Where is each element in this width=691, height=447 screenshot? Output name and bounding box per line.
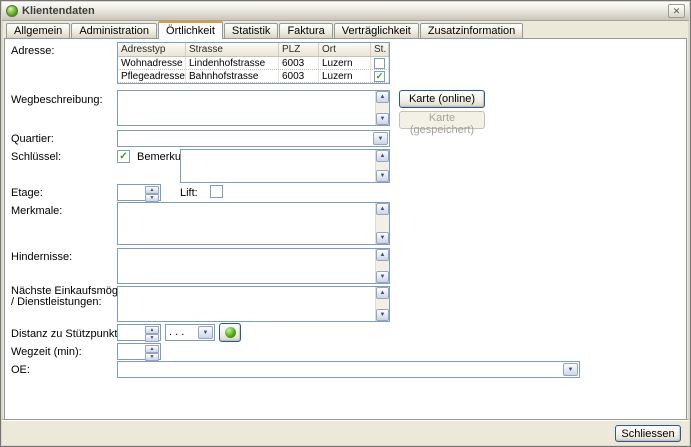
scrollbar[interactable]: ▲ ▼	[375, 287, 389, 321]
spin-up-icon[interactable]: ▲	[145, 186, 159, 194]
tab-statistik[interactable]: Statistik	[224, 23, 279, 38]
etage-label: Etage:	[11, 187, 43, 199]
app-icon	[6, 5, 18, 17]
tab-allgemein[interactable]: Allgemein	[6, 23, 70, 38]
scroll-down-icon[interactable]: ▼	[376, 170, 389, 182]
tab-zusatzinformation[interactable]: Zusatzinformation	[420, 23, 523, 38]
scrollbar[interactable]: ▲ ▼	[375, 150, 389, 182]
chevron-down-icon[interactable]: ▼	[563, 363, 578, 376]
tab-vertraeglichkeit[interactable]: Verträglichkeit	[334, 23, 419, 38]
column-header-plz[interactable]: PLZ	[279, 43, 319, 56]
textarea-content	[120, 250, 373, 282]
adresse-label: Adresse:	[11, 45, 54, 57]
table-row[interactable]: Wohnadresse Lindenhofstrasse 6003 Luzern	[118, 57, 389, 70]
globe-icon	[225, 327, 236, 338]
scroll-down-icon[interactable]: ▼	[376, 309, 389, 321]
cell-strasse: Bahnhofstrasse	[186, 70, 279, 82]
tab-oertlichkeit[interactable]: Örtlichkeit	[158, 21, 223, 39]
cell-st: ✓	[371, 70, 389, 82]
spin-down-icon[interactable]: ▼	[145, 194, 159, 202]
chevron-down-icon[interactable]: ▼	[373, 132, 388, 145]
address-table: Adresstyp Strasse PLZ Ort St. Wohnadress…	[117, 42, 390, 84]
cell-ort: Luzern	[319, 70, 371, 82]
close-icon[interactable]: ✕	[668, 4, 685, 18]
scroll-up-icon[interactable]: ▲	[376, 287, 389, 299]
scroll-down-icon[interactable]: ▼	[376, 113, 389, 125]
column-header-strasse[interactable]: Strasse	[186, 43, 279, 56]
column-header-st[interactable]: St.	[371, 43, 389, 56]
dropdown-value: . . .	[169, 326, 196, 339]
scroll-up-icon[interactable]: ▲	[376, 203, 389, 215]
bemerkung-textarea[interactable]: ▲ ▼	[180, 149, 390, 183]
cell-st	[371, 57, 389, 69]
klientendaten-window: Klientendaten ✕ Allgemein Administration…	[0, 0, 691, 447]
scrollbar[interactable]: ▲ ▼	[375, 249, 389, 283]
spin-down-icon[interactable]: ▼	[145, 334, 159, 342]
tab-faktura[interactable]: Faktura	[279, 23, 332, 38]
wegbeschreibung-label: Wegbeschreibung:	[11, 94, 103, 106]
scrollbar[interactable]: ▲ ▼	[375, 203, 389, 244]
column-header-adresstyp[interactable]: Adresstyp	[118, 43, 186, 56]
quartier-label: Quartier:	[11, 133, 54, 145]
title-bar[interactable]: Klientendaten ✕	[2, 2, 689, 21]
einkauf-label-line2: / Dienstleistungen:	[11, 296, 102, 308]
karte-online-button[interactable]: Karte (online)	[399, 90, 485, 108]
cell-ort: Luzern	[319, 57, 371, 69]
cell-adresstyp: Pflegeadresse	[118, 70, 186, 82]
scroll-down-icon[interactable]: ▼	[376, 271, 389, 283]
scrollbar[interactable]: ▲ ▼	[375, 91, 389, 125]
schliessen-button[interactable]: Schliessen	[615, 425, 681, 442]
tab-strip: Allgemein Administration Örtlichkeit Sta…	[4, 22, 687, 38]
hindernisse-label: Hindernisse:	[11, 251, 72, 263]
cell-adresstyp: Wohnadresse	[118, 57, 186, 69]
tab-administration[interactable]: Administration	[71, 23, 157, 38]
route-map-button[interactable]	[219, 323, 241, 342]
lift-checkbox[interactable]	[210, 185, 223, 198]
wegzeit-spinner[interactable]: ▲ ▼	[117, 343, 161, 360]
textarea-content	[120, 92, 373, 124]
distanz-unit-dropdown[interactable]: . . . ▼	[165, 324, 215, 341]
textarea-content	[183, 151, 373, 181]
lift-label: Lift:	[180, 187, 198, 199]
checkmark-icon: ✓	[118, 151, 129, 162]
scroll-up-icon[interactable]: ▲	[376, 249, 389, 261]
distanz-spinner[interactable]: ▲ ▼	[117, 324, 161, 341]
chevron-down-icon[interactable]: ▼	[198, 326, 213, 339]
address-table-header: Adresstyp Strasse PLZ Ort St.	[118, 43, 389, 57]
scroll-up-icon[interactable]: ▲	[376, 150, 389, 162]
hindernisse-textarea[interactable]: ▲ ▼	[117, 248, 390, 284]
table-row[interactable]: Pflegeadresse Bahnhofstrasse 6003 Luzern…	[118, 70, 389, 83]
oe-dropdown[interactable]: ▼	[117, 361, 580, 378]
oertlichkeit-panel: Adresse: Wegbeschreibung: Quartier: Schl…	[4, 38, 687, 420]
etage-spinner[interactable]: ▲ ▼	[117, 184, 161, 201]
schluessel-checkbox[interactable]: ✓	[117, 150, 130, 163]
spin-up-icon[interactable]: ▲	[145, 326, 159, 334]
merkmale-textarea[interactable]: ▲ ▼	[117, 202, 390, 245]
einkauf-textarea[interactable]: ▲ ▼	[117, 286, 390, 322]
scroll-down-icon[interactable]: ▼	[376, 232, 389, 244]
quartier-dropdown[interactable]: ▼	[117, 130, 390, 147]
cell-plz: 6003	[279, 70, 319, 82]
merkmale-label: Merkmale:	[11, 205, 62, 217]
cell-strasse: Lindenhofstrasse	[186, 57, 279, 69]
column-header-ort[interactable]: Ort	[319, 43, 371, 56]
wegbeschreibung-textarea[interactable]: ▲ ▼	[117, 90, 390, 126]
spin-up-icon[interactable]: ▲	[145, 345, 159, 353]
spin-down-icon[interactable]: ▼	[145, 353, 159, 361]
schluessel-label: Schlüssel:	[11, 151, 61, 163]
textarea-content	[120, 204, 373, 243]
checkmark-icon: ✓	[375, 72, 384, 81]
footer-bar: Schliessen	[2, 419, 689, 445]
window-title: Klientendaten	[22, 5, 95, 17]
st-checkbox[interactable]: ✓	[374, 71, 385, 82]
wegzeit-label: Wegzeit (min):	[11, 346, 82, 358]
textarea-content	[120, 288, 373, 320]
scroll-up-icon[interactable]: ▲	[376, 91, 389, 103]
oe-label: OE:	[11, 364, 30, 376]
cell-plz: 6003	[279, 57, 319, 69]
st-checkbox[interactable]	[374, 58, 385, 69]
karte-gespeichert-button[interactable]: Karte (gespeichert)	[399, 111, 485, 129]
